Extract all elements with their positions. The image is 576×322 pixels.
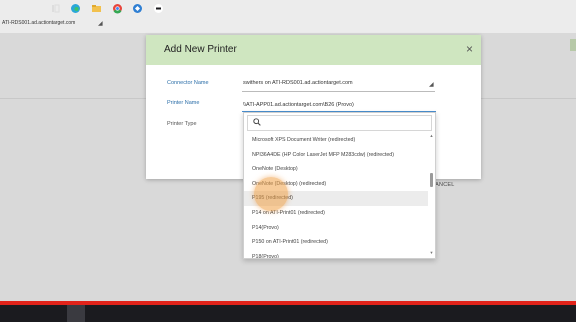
search-icon (253, 118, 261, 126)
printer-dropdown: Microsoft XPS Document Writer (redirecte… (243, 112, 436, 259)
list-item[interactable]: OneNote (Desktop) (244, 162, 428, 177)
list-item[interactable]: P150 on ATI-Print01 (redirected) (244, 235, 428, 250)
close-icon[interactable]: × (466, 42, 473, 56)
file-explorer-icon[interactable] (91, 3, 102, 14)
task-view-icon[interactable] (50, 3, 61, 14)
taskbar-active-highlight (67, 305, 85, 322)
printer-type-label: Printer Type (167, 121, 197, 127)
list-item[interactable]: P14(Provo) (244, 221, 428, 236)
taskbar (0, 305, 576, 322)
chat-icon[interactable] (153, 3, 164, 14)
list-item[interactable]: NPI36A4DE (HP Color LaserJet MFP M283cdw… (244, 148, 428, 163)
chrome-icon[interactable] (112, 3, 123, 14)
dialog-header: Add New Printer × (146, 35, 481, 65)
background-divider (480, 98, 576, 99)
connector-select[interactable]: swithers on ATI-RDS001.ad.actiontarget.c… (243, 80, 353, 86)
edge-icon[interactable] (70, 3, 81, 14)
caret-down-icon[interactable]: ◢ (429, 81, 434, 88)
list-item[interactable]: P14 on ATI-Print01 (redirected) (244, 206, 428, 221)
printer-name-input[interactable] (242, 99, 436, 112)
background-button (570, 39, 576, 51)
printer-name-label: Printer Name (167, 100, 200, 106)
scrollbar-thumb[interactable] (430, 173, 433, 187)
list-item[interactable]: Microsoft XPS Document Writer (redirecte… (244, 133, 428, 148)
dropdown-scrollbar[interactable]: ▲ ▼ (429, 133, 434, 256)
list-item[interactable]: P18(Provo) (244, 250, 428, 258)
background-connector-text: ATI-RDS001.ad.actiontarget.com (2, 20, 76, 26)
list-item-highlighted[interactable]: P195 (redirected) (244, 191, 428, 206)
list-item[interactable]: OneNote (Desktop) (redirected) (244, 177, 428, 192)
background-toolbar (0, 0, 576, 33)
scroll-up-icon[interactable]: ▲ (429, 133, 434, 138)
remote-desktop-icon[interactable] (132, 3, 143, 14)
connector-underline (242, 91, 435, 92)
dialog-title: Add New Printer (164, 44, 237, 55)
dropdown-list: Microsoft XPS Document Writer (redirecte… (244, 133, 428, 258)
connector-name-label: Connector Name (167, 80, 209, 86)
background-divider (0, 98, 147, 99)
dropdown-search-field[interactable] (247, 115, 432, 131)
scroll-down-icon[interactable]: ▼ (429, 250, 434, 255)
background-caret-icon: ◢ (98, 21, 103, 27)
